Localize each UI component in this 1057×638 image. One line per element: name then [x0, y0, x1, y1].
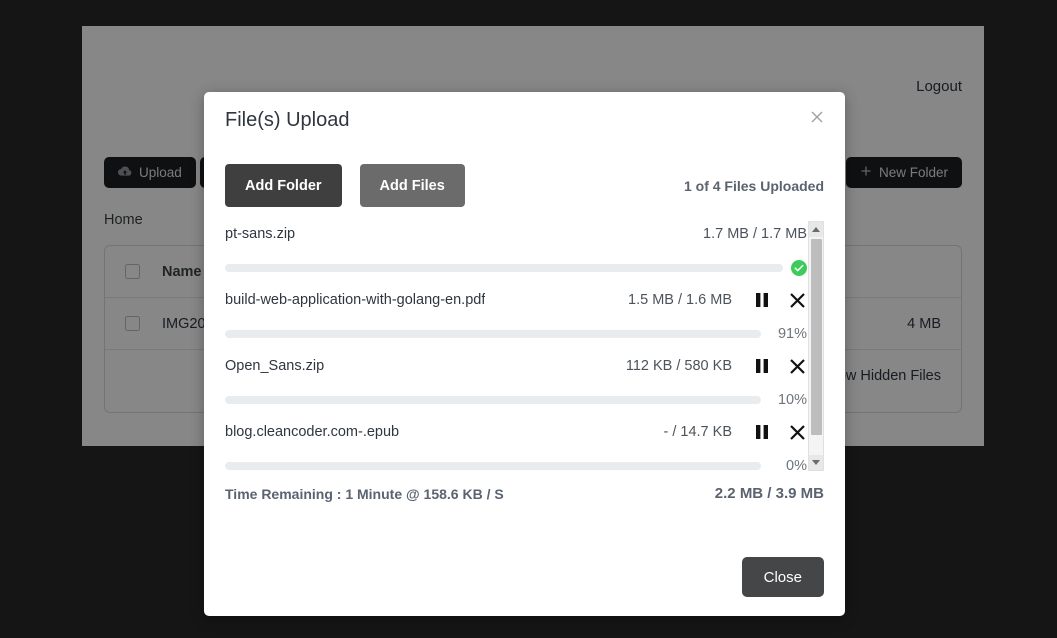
progress-track [225, 264, 783, 272]
close-icon[interactable] [807, 106, 829, 128]
file-size: 1.5 MB / 1.6 MB [628, 292, 732, 308]
progress-track [225, 330, 761, 338]
file-name: Open_Sans.zip [225, 358, 325, 374]
file-upload-modal: File(s) Upload Add Folder Add Files 1 of… [204, 92, 845, 616]
file-list-container: pt-sans.zip 1.7 MB / 1.7 MB build-web-ap… [225, 221, 824, 471]
time-remaining-label: Time Remaining : 1 Minute @ 158.6 KB / S [225, 485, 504, 502]
chevron-up-icon[interactable] [809, 222, 823, 237]
pause-icon[interactable] [754, 423, 770, 441]
modal-title: File(s) Upload [225, 109, 350, 131]
row-checkbox[interactable] [125, 316, 140, 331]
cloud-upload-icon [117, 157, 132, 188]
file-list-scrollbar[interactable] [808, 221, 824, 471]
file-name: pt-sans.zip [225, 226, 296, 242]
file-size: - / 14.7 KB [663, 424, 732, 440]
total-progress-label: 2.2 MB / 3.9 MB [714, 485, 824, 502]
check-circle-icon [791, 260, 807, 276]
list-item: Open_Sans.zip 112 KB / 580 KB 10% [225, 347, 807, 413]
file-size: 1.7 MB / 1.7 MB [703, 226, 807, 242]
pause-icon[interactable] [754, 291, 770, 309]
pause-icon[interactable] [754, 357, 770, 375]
files-uploaded-status: 1 of 4 Files Uploaded [683, 177, 824, 194]
list-item: pt-sans.zip 1.7 MB / 1.7 MB [225, 221, 807, 281]
chevron-down-icon[interactable] [809, 455, 823, 470]
file-name: build-web-application-with-golang-en.pdf [225, 292, 486, 308]
new-folder-button-label: New Folder [878, 165, 948, 180]
modal-footer: Close [741, 557, 824, 597]
new-folder-button[interactable]: New Folder [845, 157, 962, 188]
plus-icon [860, 157, 872, 188]
select-all-checkbox[interactable] [125, 264, 140, 279]
progress-percent: 0% [786, 458, 807, 471]
close-button[interactable]: Close [741, 557, 824, 597]
progress-percent: 10% [777, 392, 807, 408]
cancel-icon[interactable] [788, 291, 807, 310]
add-folder-button[interactable]: Add Folder [225, 164, 342, 207]
cancel-icon[interactable] [788, 423, 807, 442]
progress-percent: 91% [777, 326, 807, 342]
scrollbar-thumb[interactable] [811, 239, 822, 435]
progress-track [225, 396, 761, 404]
add-files-button[interactable]: Add Files [359, 164, 465, 207]
list-item: blog.cleancoder.com-.epub - / 14.7 KB 0% [225, 413, 807, 471]
upload-summary-row: Time Remaining : 1 Minute @ 158.6 KB / S… [225, 485, 824, 502]
cancel-icon[interactable] [788, 357, 807, 376]
upload-button-label: Upload [139, 165, 182, 180]
modal-body: Add Folder Add Files 1 of 4 Files Upload… [204, 164, 845, 502]
modal-action-row: Add Folder Add Files 1 of 4 Files Upload… [225, 164, 824, 207]
modal-header: File(s) Upload [204, 92, 845, 148]
file-size: 112 KB / 580 KB [625, 358, 732, 374]
file-list: pt-sans.zip 1.7 MB / 1.7 MB build-web-ap… [225, 221, 807, 471]
list-item: build-web-application-with-golang-en.pdf… [225, 281, 807, 347]
progress-track [225, 462, 761, 470]
upload-button[interactable]: Upload [104, 157, 196, 188]
file-name: blog.cleancoder.com-.epub [225, 424, 400, 440]
breadcrumb[interactable]: Home [104, 212, 143, 228]
